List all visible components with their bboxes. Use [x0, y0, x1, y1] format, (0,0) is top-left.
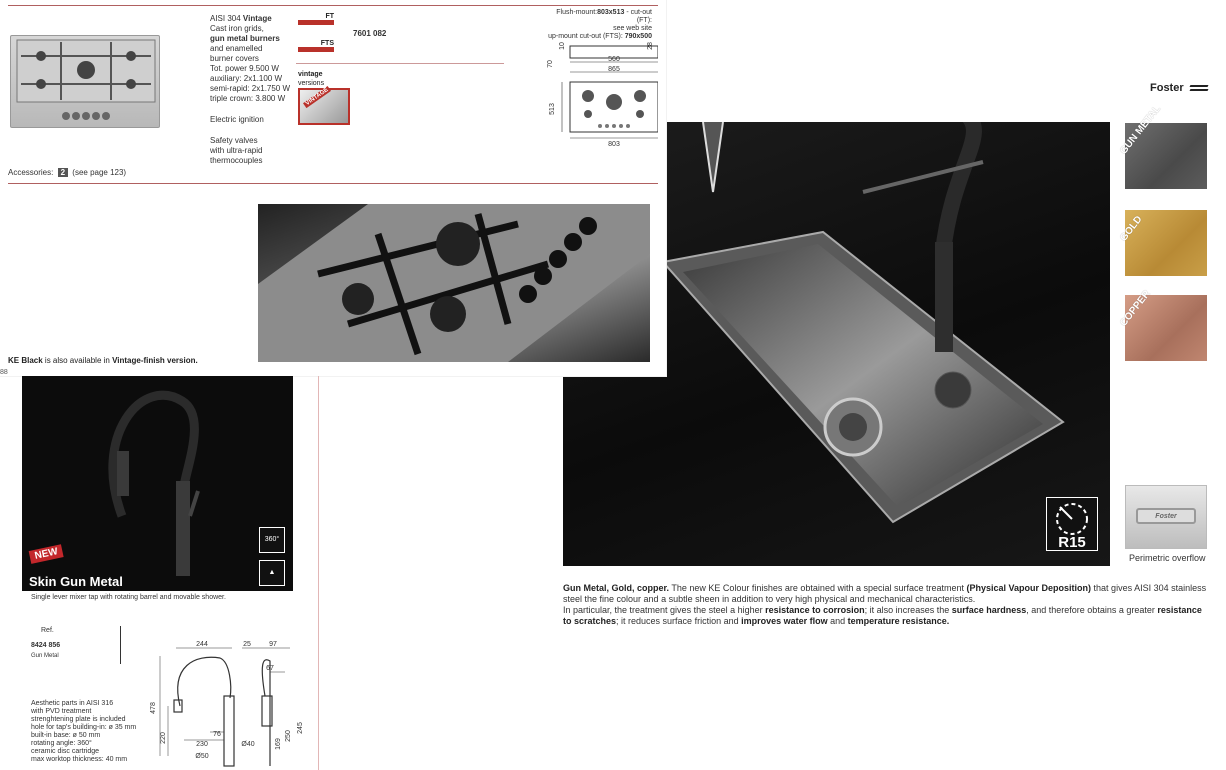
ignition-text: Electric ignition: [210, 115, 264, 124]
spec-line: auxiliary: 2x1.100 W: [210, 74, 283, 83]
dim-865: 865: [608, 66, 620, 73]
desc-bold: improves water flow: [741, 616, 828, 626]
tap-reference: Ref. 8424 856 Gun Metal: [31, 627, 61, 659]
type-ft: FT: [298, 13, 334, 25]
desc-bold: resistance to corrosion: [765, 605, 865, 615]
hob-illustration: [16, 39, 156, 120]
brand-logo: Foster: [1150, 82, 1184, 94]
rotate-360-icon: 360°: [259, 527, 285, 553]
dim-230: 230: [196, 741, 208, 748]
desc-text: ; it also increases the: [864, 605, 952, 615]
dim-50: Ø50: [195, 753, 208, 760]
spec-line: triple crown: 3.800 W: [210, 94, 286, 103]
spec-line: and enamelled: [210, 44, 263, 53]
page-number: 88: [0, 369, 8, 376]
dim-28: 28: [647, 42, 654, 50]
accessory-number-badge: 2: [57, 168, 69, 177]
spec-line: Tot. power 9.500 W: [210, 64, 279, 73]
brand-mark-icon: [1189, 85, 1209, 93]
dim-513: 513: [549, 103, 556, 115]
hob-product-image: [10, 35, 160, 128]
vintage-heading: vintage versions: [298, 71, 325, 87]
dim-220: 220: [160, 732, 167, 744]
hob-photo-illustration: [258, 204, 650, 362]
tap-photo: [22, 376, 293, 591]
dim-97: 97: [269, 641, 277, 648]
spec-line: Cast iron grids,: [210, 24, 264, 33]
overflow-caption: Perimetric overflow: [1129, 553, 1206, 563]
type-fts: FTS: [298, 40, 334, 52]
hob-photo: [258, 204, 650, 362]
dim-245: 245: [297, 722, 304, 734]
divider: [8, 5, 658, 6]
dim-25: 25: [243, 641, 251, 648]
spec-line: AISI 304 Vintage: [210, 14, 272, 23]
dim-76: 76: [213, 731, 221, 738]
dim-478: 478: [150, 702, 157, 714]
dim-250: 250: [285, 730, 292, 742]
ft-profile-icon: [298, 20, 334, 25]
safety-text: Safety valves with ultra-rapid thermocou…: [210, 136, 263, 165]
dim-169: 169: [275, 738, 282, 750]
perimetric-overflow-image: Foster: [1125, 485, 1207, 549]
divider: [296, 63, 504, 64]
hob-spec-list: AISI 304 Vintage Cast iron grids, gun me…: [210, 14, 290, 104]
product-code: 7601 082: [353, 29, 387, 38]
vintage-label: VINTAGE: [303, 85, 332, 109]
tap-spec-list: Aesthetic parts in AISI 316 with PVD tre…: [31, 700, 137, 763]
tap-dimension-drawing: 244 25 97 67 478 220 76 230 Ø50 Ø40 169 …: [150, 641, 304, 767]
dim-70: 70: [547, 60, 554, 68]
vintage-sample-image: VINTAGE: [298, 85, 350, 125]
tap-illustration: [108, 390, 200, 576]
desc-bold: surface hardness: [951, 605, 1027, 615]
desc-lead: Gun Metal, Gold, copper.: [563, 583, 670, 593]
fts-profile-icon: [298, 47, 334, 52]
dim-803: 803: [608, 141, 620, 148]
r15-label: R15: [1058, 534, 1086, 551]
spec-line: burner covers: [210, 54, 259, 63]
spec-line: gun metal burners: [210, 34, 280, 43]
finish-description: Gun Metal, Gold, copper. The new KE Colo…: [563, 583, 1209, 627]
swatch-gun-metal: GUN METAL: [1118, 104, 1207, 189]
tap-subtitle: Single lever mixer tap with rotating bar…: [31, 594, 226, 601]
dim-560: 560: [608, 56, 620, 63]
reference-divider: [120, 626, 121, 664]
dim-67: 67: [266, 665, 274, 672]
desc-text: , and therefore obtains a greater: [1026, 605, 1158, 615]
swatch-gold: GOLD: [1118, 210, 1207, 276]
desc-bold: temperature resistance.: [847, 616, 950, 626]
spec-line: semi-rapid: 2x1.750 W: [210, 84, 291, 93]
tap-name: Skin Gun Metal: [29, 574, 123, 589]
desc-text: ; it reduces surface friction and: [616, 616, 742, 626]
desc-text: The new KE Colour finishes are obtained …: [669, 583, 967, 593]
dim-244: 244: [196, 641, 208, 648]
desc-bold: (Physical Vapour Deposition): [966, 583, 1092, 593]
shower-icon: ▲: [259, 560, 285, 586]
desc-text: In particular, the treatment gives the s…: [563, 605, 766, 615]
r15-badge: R15: [1046, 497, 1098, 551]
ke-black-note: KE Black is also available in Vintage-fi…: [8, 356, 198, 365]
swatch-copper: COPPER: [1118, 289, 1207, 361]
dim-10: 10: [559, 42, 566, 50]
divider: [8, 183, 658, 184]
dim-40: Ø40: [241, 741, 254, 748]
desc-text: and: [827, 616, 848, 626]
hob-dimension-drawing: 560 865 803 513 70 28 10: [547, 42, 658, 148]
accessories-note: Accessories: 2 (see page 123): [8, 168, 127, 177]
overflow-logo: Foster: [1136, 508, 1196, 524]
page-edge-line: [318, 376, 319, 770]
